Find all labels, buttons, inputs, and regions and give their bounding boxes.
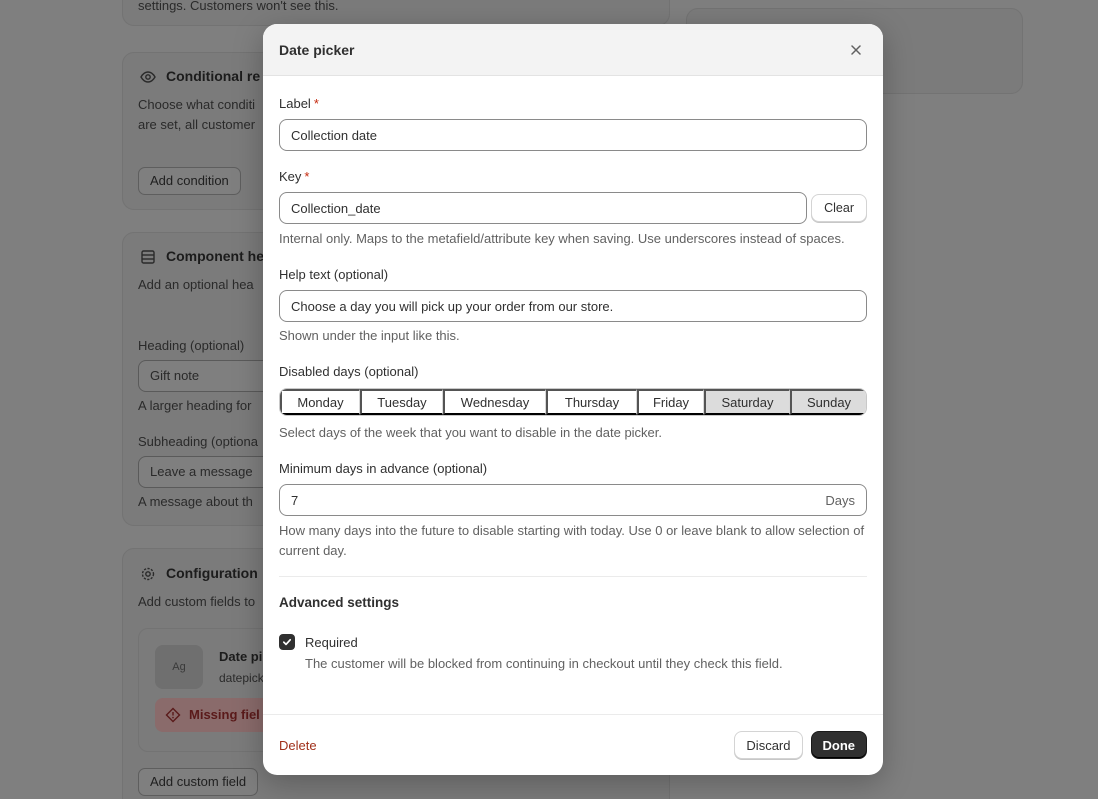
layout-icon — [141, 250, 155, 264]
day-friday[interactable]: Friday — [637, 389, 704, 415]
add-condition-button[interactable]: Add condition — [138, 167, 241, 195]
close-button[interactable] — [845, 39, 867, 61]
min-days-input[interactable] — [291, 492, 826, 508]
bg-subheading-help: A message about th — [138, 494, 253, 509]
eye-icon — [140, 71, 156, 83]
required-asterisk: * — [304, 169, 310, 184]
bg-subheading-label: Subheading (optiona — [138, 434, 258, 449]
disabled-days-label: Disabled days (optional) — [279, 364, 419, 379]
bg-conditional-title: Conditional re — [166, 68, 261, 84]
label-input[interactable] — [279, 119, 867, 151]
required-checkbox[interactable] — [279, 634, 295, 650]
modal-header: Date picker — [263, 24, 883, 76]
modal-body: Label* Key* Clear Internal only. Maps to… — [263, 76, 883, 674]
bg-component-header-desc: Add an optional hea — [138, 277, 254, 292]
min-days-help: How many days into the future to disable… — [279, 523, 865, 558]
day-monday[interactable]: Monday — [280, 389, 360, 415]
min-days-input-wrapper: Days — [279, 484, 867, 516]
bg-component-header-title: Component he — [166, 248, 264, 264]
missing-field-text: Missing fiel — [189, 707, 260, 722]
close-icon — [851, 44, 861, 55]
clear-button[interactable]: Clear — [811, 194, 867, 222]
bg-conditional-line1: Choose what conditi — [138, 97, 256, 112]
done-button[interactable]: Done — [810, 731, 867, 759]
bg-configuration-desc: Add custom fields to — [138, 594, 256, 609]
help-text-input[interactable] — [279, 290, 867, 322]
required-checkbox-row[interactable]: Required — [279, 634, 867, 650]
discard-button[interactable]: Discard — [734, 731, 803, 759]
gear-icon — [141, 567, 155, 581]
bg-heading-label: Heading (optional) — [138, 338, 245, 353]
label-field-label: Label * — [279, 94, 867, 114]
bg-conditional-line2: are set, all customer — [138, 117, 256, 132]
bg-top-text: settings. Customers won't see this. — [138, 0, 339, 13]
help-text-field-label: Help text (optional) — [279, 267, 389, 282]
disabled-days-help: Select days of the week that you want to… — [279, 425, 663, 440]
day-wednesday[interactable]: Wednesday — [443, 389, 546, 415]
section-divider — [279, 576, 867, 577]
bg-heading-help: A larger heading for — [138, 398, 252, 413]
date-picker-modal: Date picker Label* Key* Clear Internal o… — [263, 24, 883, 775]
bg-heading-input[interactable]: Gift note — [138, 360, 278, 392]
disabled-days-button-group: Monday Tuesday Wednesday Thursday Friday… — [279, 388, 867, 416]
key-field-label-text: Key — [279, 169, 302, 184]
required-asterisk: * — [313, 96, 319, 111]
min-days-label: Minimum days in advance (optional) — [279, 461, 488, 476]
advanced-settings-title: Advanced settings — [279, 595, 400, 610]
key-field-label: Key * — [279, 167, 867, 187]
required-label: Required — [305, 634, 358, 650]
required-help: The customer will be blocked from contin… — [305, 656, 783, 671]
key-input-row: Clear — [279, 192, 867, 224]
bg-subheading-input[interactable]: Leave a message — [138, 456, 278, 488]
add-custom-field-button[interactable]: Add custom field — [138, 768, 259, 796]
delete-button[interactable]: Delete — [279, 738, 734, 753]
key-input[interactable] — [279, 192, 808, 224]
day-tuesday[interactable]: Tuesday — [360, 389, 443, 415]
text-field-thumb-icon: Ag — [155, 645, 203, 689]
bg-configuration-title: Configuration — [166, 565, 258, 581]
modal-footer: Delete Discard Done — [263, 714, 883, 775]
key-help-text: Internal only. Maps to the metafield/att… — [279, 231, 845, 246]
checkmark-icon — [282, 638, 292, 646]
bg-field-item-sub: datepick — [219, 671, 264, 685]
warning-diamond-icon — [165, 707, 181, 723]
day-saturday[interactable]: Saturday — [704, 389, 790, 415]
modal-title: Date picker — [279, 41, 355, 58]
day-thursday[interactable]: Thursday — [546, 389, 637, 415]
label-field-label-text: Label — [279, 96, 311, 111]
days-suffix: Days — [825, 492, 855, 508]
help-text-help: Shown under the input like this. — [279, 328, 460, 343]
day-sunday[interactable]: Sunday — [790, 389, 866, 415]
bg-field-item-title: Date pi — [219, 649, 263, 664]
